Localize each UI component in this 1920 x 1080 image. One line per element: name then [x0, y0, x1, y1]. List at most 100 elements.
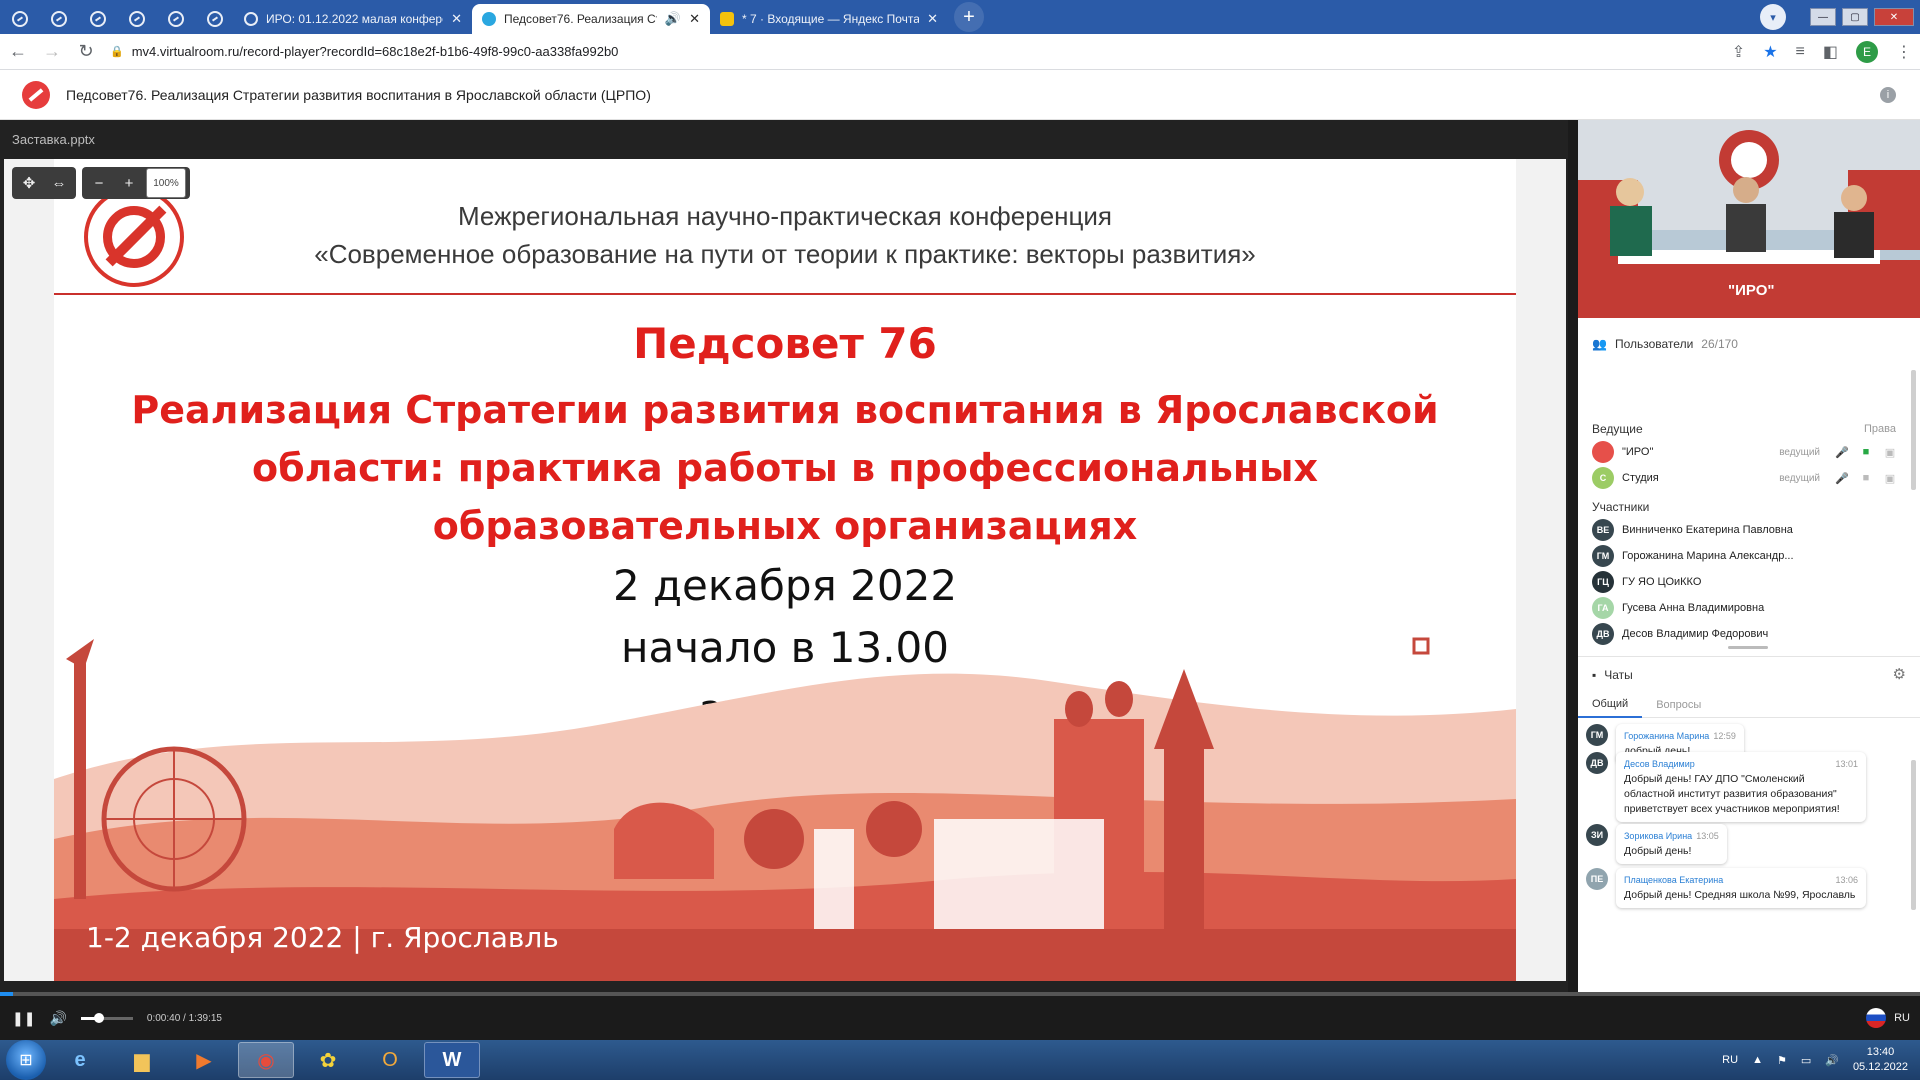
message-text: Добрый день! ГАУ ДПО "Смоленский областн… — [1624, 773, 1840, 815]
screen-share-icon[interactable]: ▣ — [1882, 446, 1898, 459]
audio-playing-icon[interactable]: 🔊 — [665, 11, 681, 27]
browser-tab-pedsovet[interactable]: Педсовет76. Реализация Ст 🔊 ✕ — [472, 4, 710, 34]
chat-scrollbar[interactable] — [1911, 760, 1916, 910]
tab-search-icon[interactable]: ▾ — [1760, 4, 1786, 30]
close-tab-icon[interactable]: ✕ — [927, 11, 938, 27]
page-title: Педсовет76. Реализация Стратегии развити… — [66, 86, 651, 103]
pinned-tab[interactable] — [79, 4, 117, 34]
camera-off-icon[interactable]: ■ — [1858, 472, 1874, 484]
action-center-flag-icon[interactable]: ⚑ — [1777, 1054, 1787, 1067]
pinned-tab[interactable] — [40, 4, 78, 34]
conference-subtitle: «Современное образование на пути от теор… — [314, 239, 1256, 269]
clock-date: 05.12.2022 — [1852, 1061, 1908, 1073]
user-name: Гусева Анна Владимировна — [1622, 602, 1765, 614]
keyboard-language[interactable]: RU — [1722, 1054, 1738, 1066]
media-player-icon[interactable]: ▶ — [176, 1042, 232, 1078]
outlook-icon[interactable]: O — [362, 1042, 418, 1078]
info-icon[interactable]: i — [1880, 87, 1896, 103]
panel-resize-handle[interactable] — [1728, 646, 1768, 649]
minimize-button[interactable]: — — [1810, 8, 1836, 26]
users-icon: 👥 — [1592, 337, 1607, 351]
close-window-button[interactable]: ✕ — [1874, 8, 1914, 26]
reading-list-icon[interactable]: ≡ — [1796, 43, 1805, 61]
pinned-tab[interactable] — [196, 4, 234, 34]
avatar: ЗИ — [1586, 824, 1608, 846]
menu-icon[interactable]: ⋮ — [1896, 42, 1912, 62]
reload-icon[interactable]: ↻ — [76, 41, 96, 62]
volume-tray-icon[interactable]: 🔊 — [1825, 1054, 1839, 1067]
chat-settings-icon[interactable]: ⚙ — [1893, 665, 1906, 683]
message-author: Плащенкова Екатерина — [1624, 875, 1724, 885]
url-text: mv4.virtualroom.ru/record-player?recordI… — [131, 44, 619, 59]
message-bubble: Зорикова Ирина 13:05 Добрый день! — [1616, 824, 1727, 864]
tab-questions[interactable]: Вопросы — [1642, 692, 1715, 718]
avatar: ВЕ — [1592, 519, 1614, 541]
game-icon[interactable]: ✿ — [300, 1042, 356, 1078]
users-scrollbar[interactable] — [1911, 370, 1916, 490]
chat-tabs: Общий Вопросы — [1578, 692, 1920, 718]
camera-icon[interactable]: ■ — [1858, 446, 1874, 458]
participant-row[interactable]: ГА Гусева Анна Владимировна — [1592, 595, 1898, 621]
word-icon[interactable]: W — [424, 1042, 480, 1078]
pinned-tab[interactable] — [1, 4, 39, 34]
close-tab-icon[interactable]: ✕ — [689, 11, 700, 27]
network-icon[interactable]: ▭ — [1801, 1054, 1811, 1067]
microphone-off-icon[interactable]: 🎤 — [1834, 472, 1850, 485]
volume-icon[interactable]: 🔊 — [49, 1010, 66, 1027]
host-row[interactable]: "ИРО" ведущий 🎤 ■ ▣ — [1592, 439, 1898, 465]
language-label: RU — [1894, 1012, 1910, 1024]
participant-row[interactable]: ДВ Десов Владимир Федорович — [1592, 621, 1898, 647]
volume-knob[interactable] — [94, 1012, 105, 1023]
mail-icon — [720, 12, 734, 26]
volume-slider[interactable] — [80, 1012, 133, 1023]
topic-line: Реализация Стратегии развития воспитания… — [131, 388, 1439, 432]
back-icon[interactable]: ← — [8, 41, 28, 62]
host-row[interactable]: С Студия ведущий 🎤 ■ ▣ — [1592, 465, 1898, 491]
pinned-tab[interactable] — [157, 4, 195, 34]
forward-icon[interactable]: → — [42, 41, 62, 62]
avatar: ГМ — [1586, 724, 1608, 746]
maximize-button[interactable]: ▢ — [1842, 8, 1868, 26]
file-explorer-icon[interactable]: ▆ — [114, 1042, 170, 1078]
url-field[interactable]: 🔒 mv4.virtualroom.ru/record-player?recor… — [110, 38, 1718, 66]
event-topic: Реализация Стратегии развития воспитания… — [94, 381, 1476, 555]
chrome-icon[interactable]: ◉ — [238, 1042, 294, 1078]
close-tab-icon[interactable]: ✕ — [451, 11, 462, 27]
start-button[interactable]: ⊞ — [6, 1040, 46, 1080]
avatar: ГЦ — [1592, 571, 1614, 593]
zoom-in-button[interactable]: + — [116, 170, 142, 196]
participant-row[interactable]: ГЦ ГУ ЯО ЦОиККО — [1592, 569, 1898, 595]
bookmark-star-icon[interactable]: ★ — [1763, 42, 1777, 62]
move-icon[interactable]: ✥ — [16, 170, 42, 196]
internet-explorer-icon[interactable]: e — [52, 1042, 108, 1078]
windows-taskbar: ⊞ e ▆ ▶ ◉ ✿ O W RU ▲ ⚑ ▭ 🔊 13:40 05.12.2… — [0, 1040, 1920, 1080]
side-panel-icon[interactable]: ◧ — [1823, 42, 1838, 62]
profile-avatar[interactable]: E — [1856, 40, 1878, 63]
fit-width-icon[interactable]: ⇔ — [46, 170, 72, 196]
avatar: ГМ — [1592, 545, 1614, 567]
conference-title: Межрегиональная научно-практическая конф… — [457, 201, 1113, 231]
participant-row[interactable]: ГМ Горожанина Марина Александр... — [1592, 543, 1898, 569]
chats-header: ▪ Чаты — [1578, 656, 1920, 692]
presentation-filename: Заставка.pptx — [12, 132, 95, 147]
clock[interactable]: 13:40 05.12.2022 — [1853, 1045, 1908, 1075]
pinned-tab[interactable] — [118, 4, 156, 34]
participant-row[interactable]: ВЕ Винниченко Екатерина Павловна — [1592, 517, 1898, 543]
user-name: Десов Владимир Федорович — [1622, 628, 1769, 640]
globe-icon — [12, 11, 28, 27]
share-icon[interactable]: ⇪ — [1732, 42, 1745, 62]
lock-icon[interactable]: 🔒 — [110, 45, 124, 58]
tray-expand-icon[interactable]: ▲ — [1752, 1054, 1763, 1066]
zoom-out-button[interactable]: − — [86, 170, 112, 196]
language-selector[interactable]: RU — [1866, 1008, 1910, 1028]
screen-share-icon[interactable]: ▣ — [1882, 472, 1898, 485]
avatar: ДВ — [1592, 623, 1614, 645]
browser-tab-iro[interactable]: ИРО: 01.12.2022 малая конфере ✕ — [234, 4, 472, 34]
microphone-icon[interactable]: 🎤 — [1834, 446, 1850, 459]
browser-tab-yandex-mail[interactable]: * 7 · Входящие — Яндекс Почта ✕ — [710, 4, 948, 34]
message-text: Добрый день! Средняя школа №99, Ярославл… — [1624, 889, 1856, 901]
tab-general[interactable]: Общий — [1578, 692, 1643, 718]
header-rule — [54, 293, 1516, 295]
new-tab-button[interactable]: + — [954, 2, 984, 32]
pause-button[interactable]: ❚❚ — [12, 1010, 35, 1027]
